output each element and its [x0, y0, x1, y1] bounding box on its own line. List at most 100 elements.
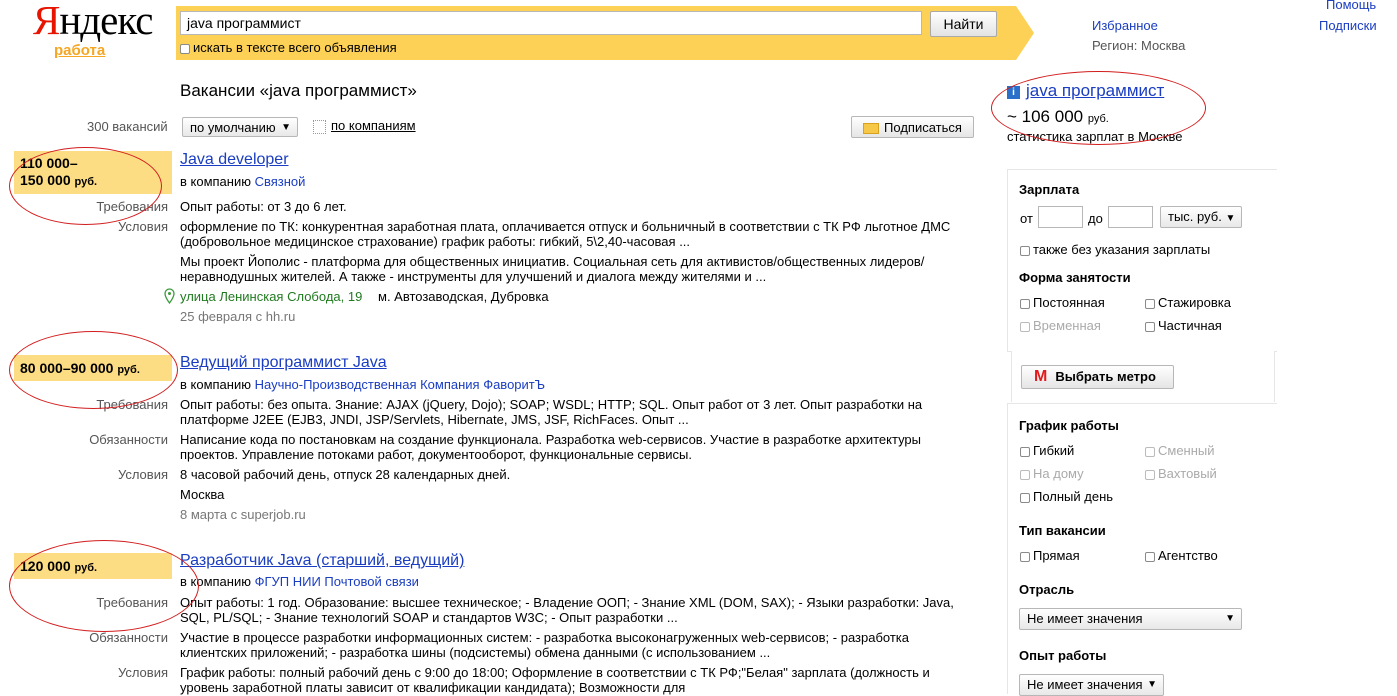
employment-option[interactable]: Частичная — [1145, 318, 1222, 333]
duties-text-line1: Написание кода по постановкам на создани… — [180, 432, 921, 447]
checkbox[interactable] — [1145, 446, 1155, 457]
conditions-label: Условия — [117, 665, 168, 680]
conditions-text-line2: уровень заработной платы зависит от квал… — [180, 680, 686, 695]
highlight-oval — [991, 71, 1206, 145]
highlight-oval — [9, 540, 199, 632]
fulltext-option[interactable]: искать в тексте всего объявления — [180, 40, 397, 55]
company-line: в компанию Связной — [180, 174, 306, 189]
description-line1: Мы проект Йополис - платформа для общест… — [180, 254, 925, 269]
salary-unit-select[interactable]: тыс. руб. ▼ — [1160, 206, 1242, 228]
highlight-oval — [9, 147, 162, 225]
no-salary-option[interactable]: также без указания зарплаты — [1020, 242, 1210, 257]
checkbox[interactable] — [1020, 469, 1030, 480]
salary-to-input[interactable] — [1108, 206, 1153, 228]
page-title: Вакансии «java программист» — [180, 81, 417, 100]
sort-select[interactable]: по умолчанию ▼ — [182, 117, 298, 137]
vacancy-title-link[interactable]: Разработчик Java (старший, ведущий) — [180, 552, 464, 570]
map-pin-icon[interactable] — [163, 288, 176, 307]
dropdown-arrow-icon: ▼ — [1147, 679, 1157, 690]
vacancy-title-link[interactable]: Ведущий программист Java — [180, 354, 387, 372]
checkbox[interactable] — [1020, 446, 1030, 457]
dropdown-arrow-icon: ▼ — [1225, 213, 1236, 224]
checkbox[interactable] — [1145, 298, 1155, 309]
employment-filter-title: Форма занятости — [1019, 270, 1131, 285]
subscriptions-link[interactable]: Подписки — [1319, 18, 1377, 33]
vacancy-type-option[interactable]: Прямая — [1020, 548, 1080, 563]
search-bar-arrow — [1016, 6, 1034, 60]
checkbox[interactable] — [1145, 551, 1155, 562]
metro-icon: М — [1034, 368, 1048, 385]
duties-text-line2: клиентских приложений; - разработка шины… — [180, 645, 771, 660]
checkbox[interactable] — [1020, 492, 1030, 503]
schedule-option[interactable]: Гибкий — [1020, 443, 1074, 458]
company-link[interactable]: ФГУП НИИ Почтовой связи — [255, 574, 419, 589]
address-link[interactable]: улица Ленинская Слобода, 19 — [180, 289, 362, 304]
requirements-text-line1: Опыт работы: без опыта. Знание: AJAX (jQ… — [180, 397, 923, 412]
company-link[interactable]: Связной — [255, 174, 306, 189]
company-line: в компанию Научно-Производственная Компа… — [180, 377, 546, 392]
posting-date: 25 февраля с hh.ru — [180, 309, 296, 324]
employment-option[interactable]: Постоянная — [1020, 295, 1105, 310]
requirements-text: Опыт работы: от 3 до 6 лет. — [180, 199, 347, 214]
no-salary-checkbox[interactable] — [1020, 245, 1030, 256]
list-icon — [313, 119, 326, 134]
requirements-text-line2: платформе J2EE (EJB3, JNDI, JSP/Servlets… — [180, 412, 689, 427]
vacancy-title-link[interactable]: Java developer — [180, 151, 289, 169]
conditions-text-line2: (добровольное медицинское страхование) г… — [180, 234, 691, 249]
checkbox[interactable] — [1020, 298, 1030, 309]
envelope-icon — [863, 123, 880, 135]
checkbox[interactable] — [1020, 321, 1030, 332]
salary-to-label: до — [1088, 211, 1103, 226]
search-button[interactable]: Найти — [930, 11, 997, 37]
salary-filter-title: Зарплата — [1019, 182, 1080, 197]
checkbox[interactable] — [1020, 551, 1030, 562]
industry-filter-title: Отрасль — [1019, 582, 1075, 597]
region-label[interactable]: Регион: Москва — [1092, 38, 1185, 53]
vacancy-type-option[interactable]: Агентство — [1145, 548, 1218, 563]
company-link[interactable]: Научно-Производственная Компания Фаворит… — [255, 377, 545, 392]
help-link[interactable]: Помощь — [1326, 0, 1376, 12]
vacancy-count: 300 вакансий — [87, 119, 168, 134]
duties-text-line1: Участие в процессе разработки информацио… — [180, 630, 910, 645]
conditions-label: Условия — [117, 467, 168, 482]
checkbox[interactable] — [1145, 321, 1155, 332]
favorites-link[interactable]: Избранное — [1092, 18, 1158, 33]
search-input[interactable]: java программист — [180, 11, 922, 35]
conditions-label: Условия — [117, 219, 168, 234]
industry-select[interactable]: Не имеет значения ▼ — [1019, 608, 1242, 630]
conditions-text: 8 часовой рабочий день, отпуск 28 календ… — [180, 467, 511, 482]
schedule-option[interactable]: Сменный — [1145, 443, 1215, 458]
employment-option[interactable]: Временная — [1020, 318, 1101, 333]
highlight-oval — [9, 331, 178, 409]
requirements-text-line2: SQL, PL/SQL; - Знание технологий SOAP и … — [180, 610, 678, 625]
posting-date: 8 марта с superjob.ru — [180, 507, 306, 522]
experience-filter-title: Опыт работы — [1019, 648, 1107, 663]
description-line2: неравнодушных жителей. А также - инструм… — [180, 269, 767, 284]
group-by-company[interactable]: по компаниям — [313, 118, 416, 134]
duties-label: Обязанности — [89, 432, 168, 447]
requirements-text-line1: Опыт работы: 1 год. Образование: высшее … — [180, 595, 954, 610]
city-text: Москва — [180, 487, 225, 502]
company-line: в компанию ФГУП НИИ Почтовой связи — [180, 574, 419, 589]
yandex-logo[interactable]: Яндекс — [33, 0, 153, 44]
conditions-text-line1: График работы: полный рабочий день с 9:0… — [180, 665, 930, 680]
duties-label: Обязанности — [89, 630, 168, 645]
metro-stations: м. Автозаводская, Дубровка — [378, 289, 549, 304]
vacancy-type-filter-title: Тип вакансии — [1019, 523, 1106, 538]
schedule-filter-title: График работы — [1019, 418, 1119, 433]
salary-from-label: от — [1020, 211, 1033, 226]
schedule-option[interactable]: Полный день — [1020, 489, 1113, 504]
dropdown-arrow-icon: ▼ — [281, 122, 291, 133]
experience-select[interactable]: Не имеет значения ▼ — [1019, 674, 1164, 696]
schedule-option[interactable]: Вахтовый — [1145, 466, 1217, 481]
salary-from-input[interactable] — [1038, 206, 1083, 228]
subscribe-button[interactable]: Подписаться — [851, 116, 974, 138]
duties-text-line2: проектов. Управление потоками работ, док… — [180, 447, 693, 462]
service-link-rabota[interactable]: работа — [54, 42, 105, 59]
checkbox[interactable] — [1145, 469, 1155, 480]
choose-metro-button[interactable]: М Выбрать метро — [1021, 365, 1174, 389]
schedule-option[interactable]: На дому — [1020, 466, 1084, 481]
conditions-text-line1: оформление по ТК: конкурентная заработна… — [180, 219, 951, 234]
employment-option[interactable]: Стажировка — [1145, 295, 1231, 310]
fulltext-checkbox[interactable] — [180, 43, 190, 54]
